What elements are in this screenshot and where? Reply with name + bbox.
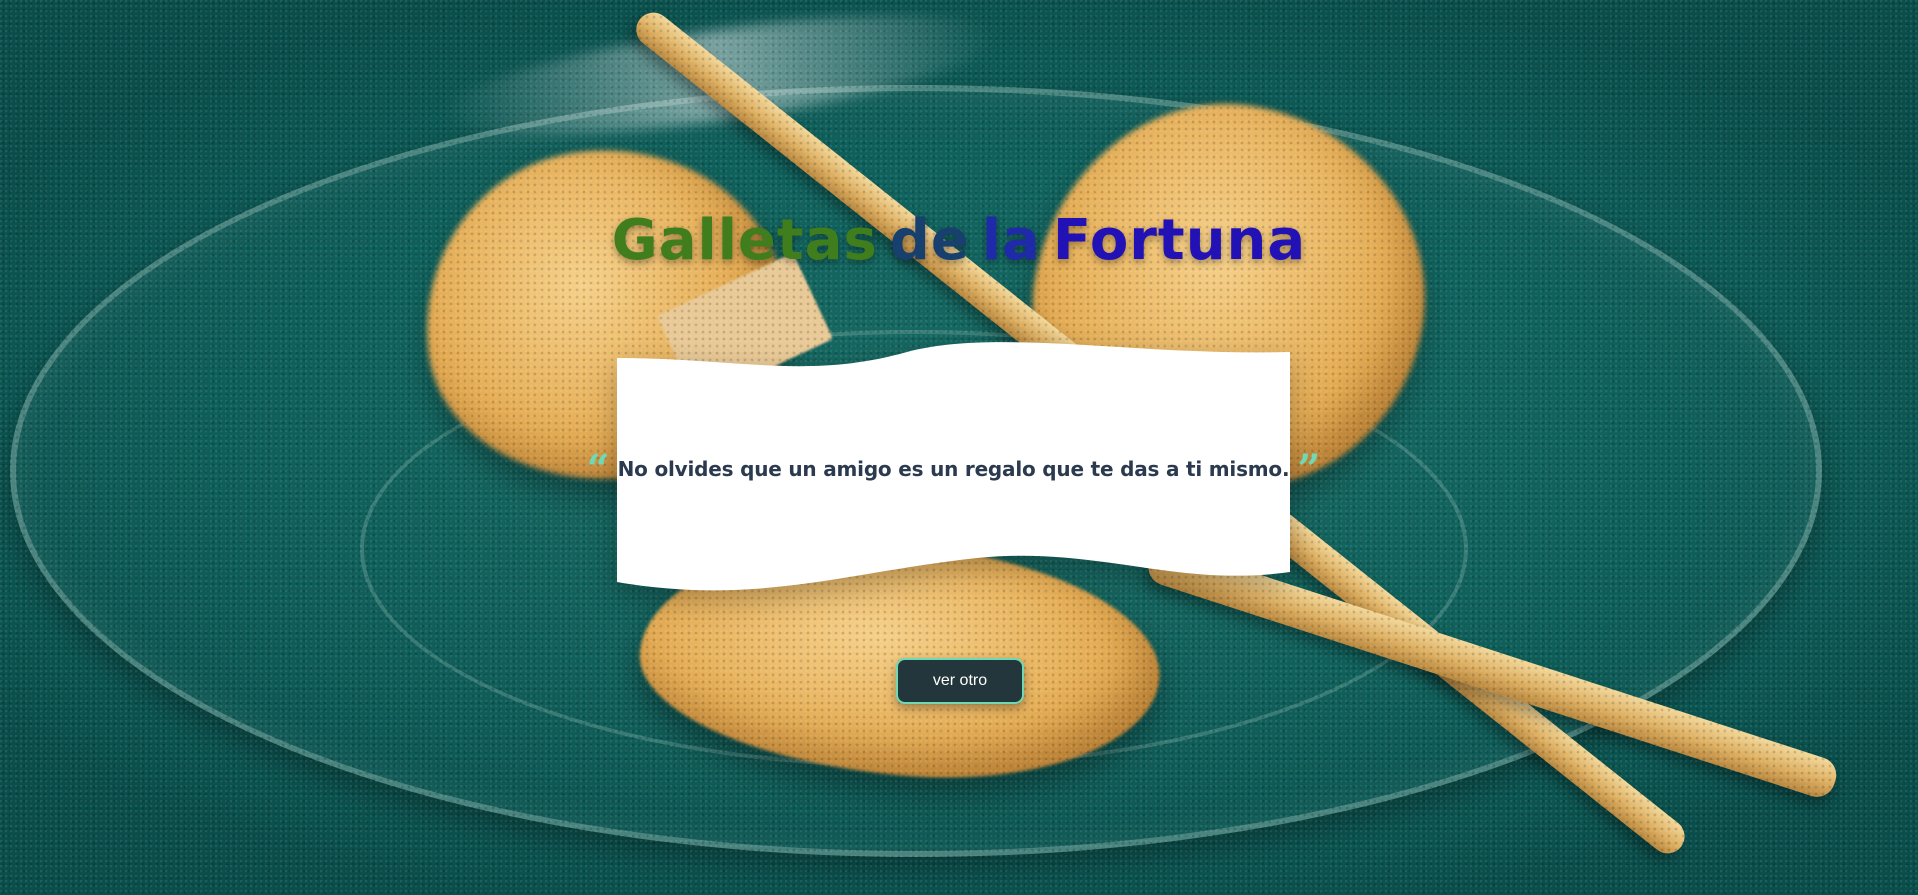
- title-word: Fortuna: [1052, 208, 1307, 273]
- title-word: Galletas: [611, 208, 878, 273]
- plate-glare: [436, 0, 1004, 159]
- page-title: Galletas de la Fortuna: [0, 208, 1918, 273]
- fortune-quote: “ No olvides que un amigo es un regalo q…: [587, 336, 1321, 601]
- ver-otro-button[interactable]: ver otro: [896, 658, 1024, 704]
- close-quote-icon: ”: [1297, 445, 1321, 493]
- fortune-card: “ No olvides que un amigo es un regalo q…: [587, 336, 1321, 601]
- title-word: de: [889, 208, 970, 273]
- open-quote-icon: “: [586, 445, 610, 493]
- title-word: la: [981, 208, 1041, 273]
- fortune-text: No olvides que un amigo es un regalo que…: [617, 456, 1290, 481]
